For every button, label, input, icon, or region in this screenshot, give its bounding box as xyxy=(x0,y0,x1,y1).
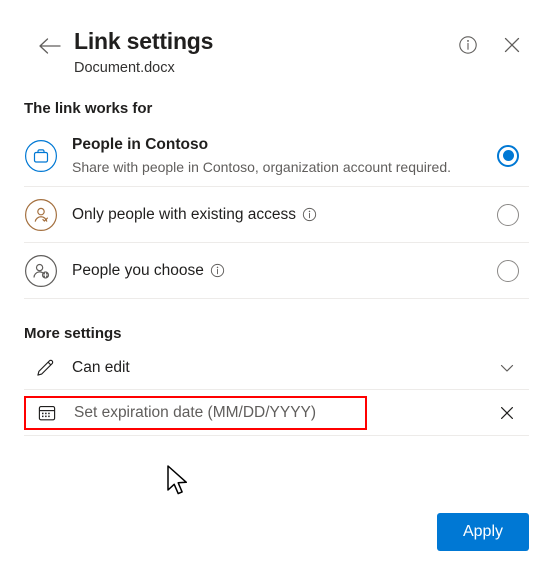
expiration-placeholder: Set expiration date (MM/DD/YYYY) xyxy=(74,403,317,421)
option-row-people-you-choose[interactable]: People you choose xyxy=(24,243,529,299)
option-text-block: People in Contoso Share with people in C… xyxy=(72,134,497,177)
pencil-icon xyxy=(30,356,60,380)
mouse-cursor xyxy=(165,464,191,503)
option-row-people-in-contoso[interactable]: People in Contoso Share with people in C… xyxy=(24,125,529,187)
dialog-header: Link settings Document.docx xyxy=(24,0,529,86)
option-row-existing-access[interactable]: Only people with existing access xyxy=(24,187,529,243)
option-title-text: People in Contoso xyxy=(72,136,209,153)
option-title: People in Contoso xyxy=(72,134,497,155)
info-icon[interactable] xyxy=(210,263,225,278)
dialog-footer: Apply xyxy=(437,513,529,551)
option-title-text: Only people with existing access xyxy=(72,206,297,223)
radio-existing-access[interactable] xyxy=(497,203,519,226)
info-icon[interactable] xyxy=(302,207,317,222)
option-text-block: People you choose xyxy=(72,260,497,281)
link-settings-dialog: Link settings Document.docx The link wor… xyxy=(0,0,553,569)
document-name: Document.docx xyxy=(74,60,175,76)
person-check-icon xyxy=(24,198,58,232)
link-audience-options: People in Contoso Share with people in C… xyxy=(24,125,529,299)
option-title-text: People you choose xyxy=(72,262,204,279)
option-title: Only people with existing access xyxy=(72,204,497,225)
back-arrow-icon[interactable] xyxy=(36,32,64,60)
expiration-row: Set expiration date (MM/DD/YYYY) xyxy=(24,390,529,436)
radio-people-in-contoso[interactable] xyxy=(497,144,519,167)
briefcase-icon xyxy=(24,139,58,173)
option-text-block: Only people with existing access xyxy=(72,204,497,225)
option-description: Share with people in Contoso, organizati… xyxy=(72,159,452,175)
permission-row[interactable]: Can edit xyxy=(24,346,529,390)
option-title: People you choose xyxy=(72,260,497,281)
radio-people-you-choose[interactable] xyxy=(497,259,519,282)
close-icon[interactable] xyxy=(499,32,525,58)
apply-button[interactable]: Apply xyxy=(437,513,529,551)
header-actions xyxy=(455,32,525,58)
calendar-icon xyxy=(32,401,62,425)
chevron-down-icon[interactable] xyxy=(493,354,521,382)
person-add-icon xyxy=(24,254,58,288)
permission-label: Can edit xyxy=(72,358,130,376)
clear-expiration-icon[interactable] xyxy=(493,399,521,427)
more-settings-label: More settings xyxy=(24,325,122,342)
info-icon[interactable] xyxy=(455,32,481,58)
link-works-for-label: The link works for xyxy=(24,100,153,117)
expiration-date-input[interactable]: Set expiration date (MM/DD/YYYY) xyxy=(24,395,367,430)
